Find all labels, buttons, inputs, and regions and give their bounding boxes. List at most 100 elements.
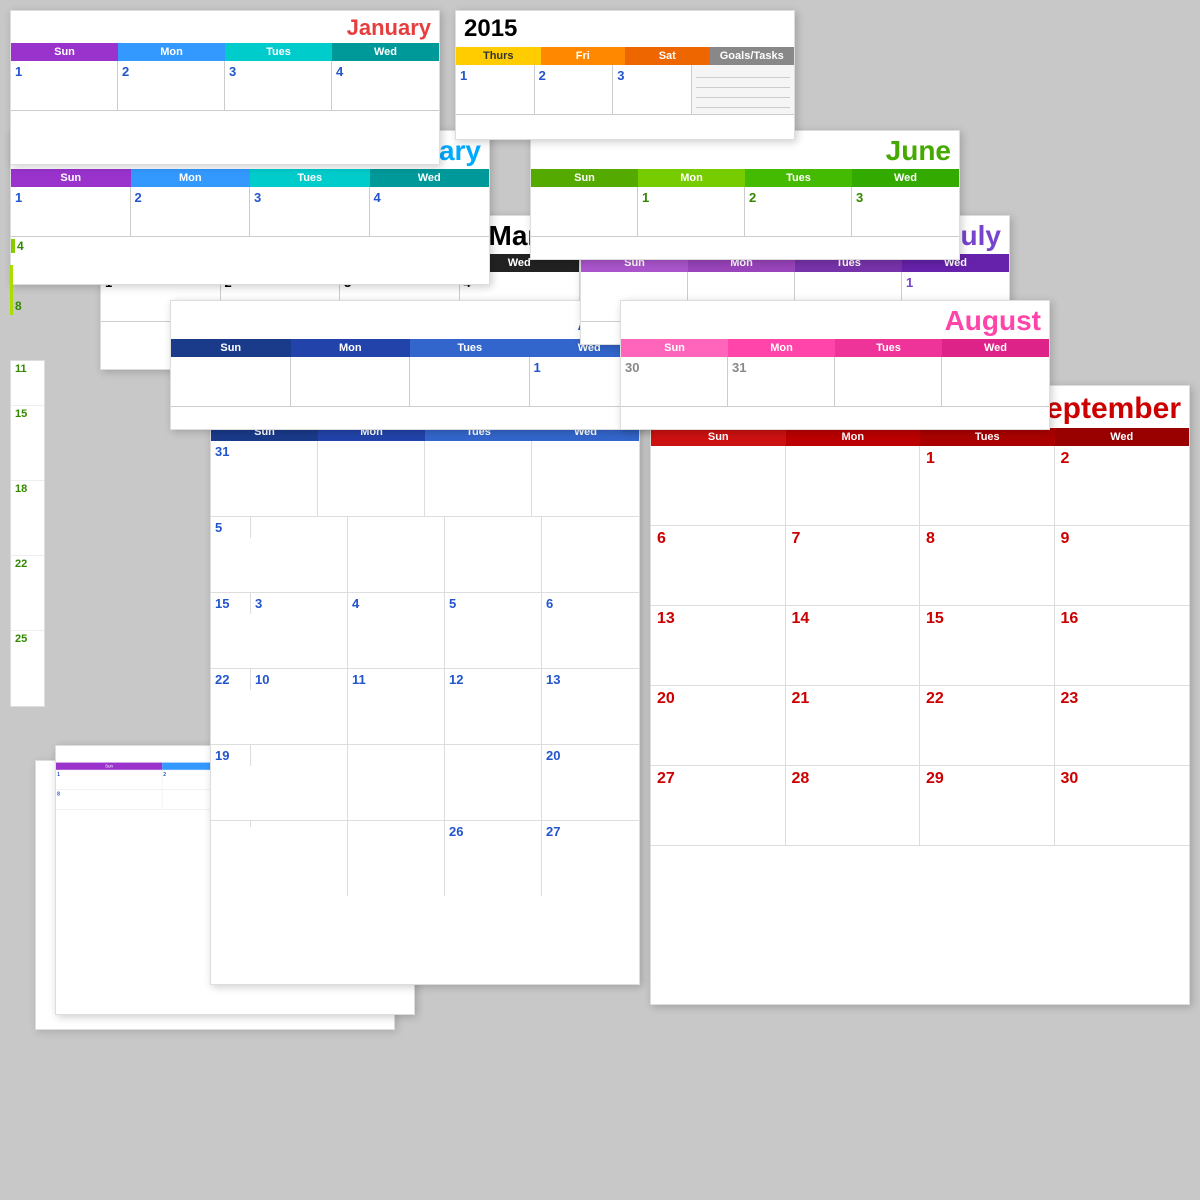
may-empty2 <box>425 441 532 516</box>
sep-week5: 27 28 29 30 <box>651 766 1189 846</box>
feb-day-1: 1 <box>11 187 131 237</box>
tues-header-apr: Tues <box>410 339 530 357</box>
mon-header-jun: Mon <box>638 169 745 187</box>
mon-header-sep: Mon <box>786 428 921 446</box>
tues-header-sep: Tues <box>920 428 1055 446</box>
day-1: 1 <box>11 61 118 111</box>
sun-header-jun: Sun <box>531 169 638 187</box>
september-header: Sun Mon Tues Wed <box>651 428 1189 446</box>
aug-day-30: 30 <box>621 357 728 407</box>
day-3: 3 <box>225 61 332 111</box>
april-page: April Sun Mon Tues Wed 1 <box>170 300 650 430</box>
year2015-header: Thurs Fri Sat Goals/Tasks <box>456 47 794 65</box>
may-19-num <box>445 745 542 820</box>
jun-day-3: 3 <box>852 187 959 237</box>
january-page: January Sun Mon Tues Wed 1 2 3 4 <box>10 10 440 165</box>
may-12: 12 <box>445 669 542 744</box>
may-r2c2 <box>348 517 445 592</box>
aug-day-empty2 <box>942 357 1049 407</box>
sep-9: 9 <box>1055 526 1190 606</box>
sep-w1d2 <box>786 446 921 526</box>
may-r2c4 <box>542 517 639 592</box>
goals-header: Goals/Tasks <box>710 47 795 65</box>
sep-14: 14 <box>786 606 921 686</box>
fri-header: Fri <box>541 47 626 65</box>
year-2015-title: 2015 <box>464 15 517 43</box>
aug-day-31: 31 <box>728 357 835 407</box>
january-header: Sun Mon Tues Wed <box>11 43 439 61</box>
may-empty1 <box>318 441 425 516</box>
june-title: June <box>886 135 951 167</box>
feb-week-strip: 8 <box>10 265 40 315</box>
wed-header-feb: Wed <box>370 169 490 187</box>
sep-30: 30 <box>1055 766 1190 846</box>
tues-header-jun: Tues <box>745 169 852 187</box>
may-13: 13 <box>542 669 639 744</box>
sep-7: 7 <box>786 526 921 606</box>
year2015-page: 2015 Thurs Fri Sat Goals/Tasks 1 2 3 <box>455 10 795 140</box>
february-header: Sun Mon Tues Wed <box>11 169 489 187</box>
aug-day-empty1 <box>835 357 942 407</box>
may-3: 3 <box>251 593 348 668</box>
may-5: 5 <box>445 593 542 668</box>
day-1-2015: 1 <box>456 65 535 115</box>
wed-header-aug: Wed <box>942 339 1049 357</box>
january-title: January <box>347 15 431 41</box>
may-27: 27 <box>542 821 639 896</box>
may-17 <box>251 745 348 820</box>
may-19-margin: 19 <box>211 745 251 766</box>
mon-header-apr: Mon <box>291 339 411 357</box>
sep-week2: 6 7 8 9 <box>651 526 1189 606</box>
may-4: 4 <box>348 593 445 668</box>
day-2: 2 <box>118 61 225 111</box>
may-22-margin: 22 <box>211 669 251 690</box>
sep-1: 1 <box>920 446 1055 526</box>
tues-header: Tues <box>225 43 332 61</box>
feb-day-2: 2 <box>131 187 251 237</box>
august-page: August Sun Mon Tues Wed 30 31 <box>620 300 1050 430</box>
sep-23: 23 <box>1055 686 1190 766</box>
may-18 <box>348 745 445 820</box>
goals-col <box>692 65 794 115</box>
sun-header: Sun <box>11 43 118 61</box>
wed-header-jun: Wed <box>852 169 959 187</box>
may-row2-num: 5 <box>211 517 251 538</box>
sep-15: 15 <box>920 606 1055 686</box>
day-4: 4 <box>332 61 439 111</box>
sep-21: 21 <box>786 686 921 766</box>
wed-header-sep: Wed <box>1055 428 1190 446</box>
mon-header-feb: Mon <box>131 169 251 187</box>
may-11: 11 <box>348 669 445 744</box>
sep-29: 29 <box>920 766 1055 846</box>
week-numbers-strip: 11 15 18 22 25 <box>10 360 45 707</box>
apr-day-empty1 <box>171 357 291 407</box>
may-last-margin <box>211 821 251 827</box>
jun-day-2: 2 <box>745 187 852 237</box>
wed-header: Wed <box>332 43 439 61</box>
june-page: June Sun Mon Tues Wed 1 2 3 <box>530 130 960 260</box>
may-15-margin: 15 <box>211 593 251 614</box>
sun-header-feb: Sun <box>11 169 131 187</box>
sep-27: 27 <box>651 766 786 846</box>
june-header: Sun Mon Tues Wed <box>531 169 959 187</box>
sep-2: 2 <box>1055 446 1190 526</box>
may-r2c3 <box>445 517 542 592</box>
may-26: 26 <box>445 821 542 896</box>
sun-header-aug: Sun <box>621 339 728 357</box>
apr-day-empty2 <box>291 357 411 407</box>
jun-day-empty <box>531 187 638 237</box>
sun-header-apr: Sun <box>171 339 291 357</box>
sep-22: 22 <box>920 686 1055 766</box>
sep-week4: 20 21 22 23 <box>651 686 1189 766</box>
mon-header-aug: Mon <box>728 339 835 357</box>
may-20: 20 <box>542 745 639 820</box>
thurs-header: Thurs <box>456 47 541 65</box>
feb-day-3: 3 <box>250 187 370 237</box>
august-title: August <box>945 305 1041 337</box>
tues-header-aug: Tues <box>835 339 942 357</box>
may-31: 31 <box>211 441 318 516</box>
sat-header: Sat <box>625 47 710 65</box>
may-6: 6 <box>542 593 639 668</box>
may-10: 10 <box>251 669 348 744</box>
sep-6: 6 <box>651 526 786 606</box>
